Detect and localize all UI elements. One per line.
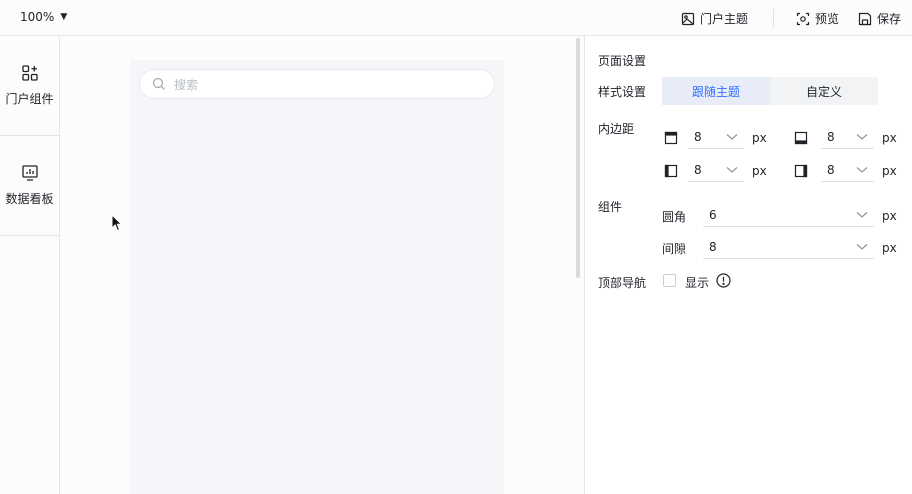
chevron-down-icon [726, 166, 738, 173]
unit-label: px [752, 164, 767, 178]
sidebar-item-label: 门户组件 [5, 92, 54, 106]
chevron-down-icon [856, 243, 868, 250]
padding-left-select[interactable]: 8 [688, 158, 744, 182]
unit-label: px [752, 131, 767, 145]
unit-label: px [882, 209, 897, 223]
image-icon [681, 12, 695, 25]
settings-panel: 页面设置 样式设置 跟随主题 自定义 内边距 8 px 8 px 8 px 8 [584, 36, 912, 494]
search-icon [152, 77, 165, 90]
chevron-down-icon [856, 211, 868, 218]
sidebar-item-widgets[interactable]: 门户组件 [0, 36, 59, 136]
save-button[interactable]: 保存 [858, 10, 901, 27]
zoom-value: 100% [20, 10, 55, 24]
padding-top-icon [664, 131, 678, 145]
padding-bottom-select[interactable]: 8 [821, 125, 874, 149]
padding-bottom-value: 8 [827, 129, 835, 144]
unit-label: px [882, 131, 897, 145]
unit-label: px [882, 164, 897, 178]
chevron-down-icon [856, 133, 868, 140]
mouse-cursor-icon [111, 214, 123, 232]
component-label: 组件 [598, 200, 623, 214]
toolbar-divider [773, 9, 774, 27]
theme-button[interactable]: 门户主题 [681, 10, 748, 27]
padding-left-icon [664, 164, 678, 178]
chevron-down-icon [726, 133, 738, 140]
info-icon[interactable] [716, 273, 731, 288]
padding-right-value: 8 [827, 162, 835, 177]
page-settings-heading: 页面设置 [598, 54, 647, 68]
theme-button-label: 门户主题 [700, 12, 749, 26]
sidebar-item-dashboard[interactable]: 数据看板 [0, 136, 59, 236]
chevron-down-icon: ▼ [60, 12, 68, 22]
padding-label: 内边距 [598, 122, 635, 136]
portal-preview: 搜索 [130, 60, 504, 494]
style-option-follow-theme[interactable]: 跟随主题 [662, 77, 770, 105]
search-input[interactable]: 搜索 [139, 69, 495, 99]
padding-left-value: 8 [694, 162, 702, 177]
style-settings-label: 样式设置 [598, 85, 647, 99]
unit-label: px [882, 241, 897, 255]
gap-value: 8 [709, 239, 717, 254]
top-nav-label: 顶部导航 [598, 276, 647, 290]
style-option-custom[interactable]: 自定义 [770, 77, 878, 105]
dashboard-icon [21, 165, 38, 181]
radius-value: 6 [709, 207, 717, 222]
top-toolbar: 100% ▼ 门户主题 预览 保存 [0, 0, 912, 36]
padding-right-icon [794, 164, 808, 178]
padding-bottom-icon [794, 131, 808, 145]
padding-right-select[interactable]: 8 [821, 158, 874, 182]
padding-top-value: 8 [694, 129, 702, 144]
search-placeholder: 搜索 [174, 77, 199, 92]
preview-icon [796, 12, 810, 25]
preview-button-label: 预览 [815, 12, 840, 26]
chevron-down-icon [856, 166, 868, 173]
left-sidebar: 门户组件 数据看板 [0, 36, 60, 494]
sidebar-item-label: 数据看板 [5, 192, 54, 206]
show-top-nav-checkbox[interactable] [663, 274, 676, 287]
show-label: 显示 [685, 276, 710, 290]
radius-label: 圆角 [662, 210, 687, 224]
widgets-icon [21, 65, 38, 81]
radius-select[interactable]: 6 [703, 203, 874, 227]
style-segmented-control: 跟随主题 自定义 [662, 77, 878, 105]
save-button-label: 保存 [877, 12, 902, 26]
canvas-area: 搜索 [60, 36, 584, 494]
gap-label: 间隙 [662, 242, 687, 256]
gap-select[interactable]: 8 [703, 235, 874, 259]
zoom-dropdown[interactable]: 100% ▼ [20, 10, 67, 24]
save-icon [858, 12, 872, 25]
scrollbar[interactable] [576, 38, 580, 278]
preview-button[interactable]: 预览 [796, 10, 839, 27]
padding-top-select[interactable]: 8 [688, 125, 744, 149]
